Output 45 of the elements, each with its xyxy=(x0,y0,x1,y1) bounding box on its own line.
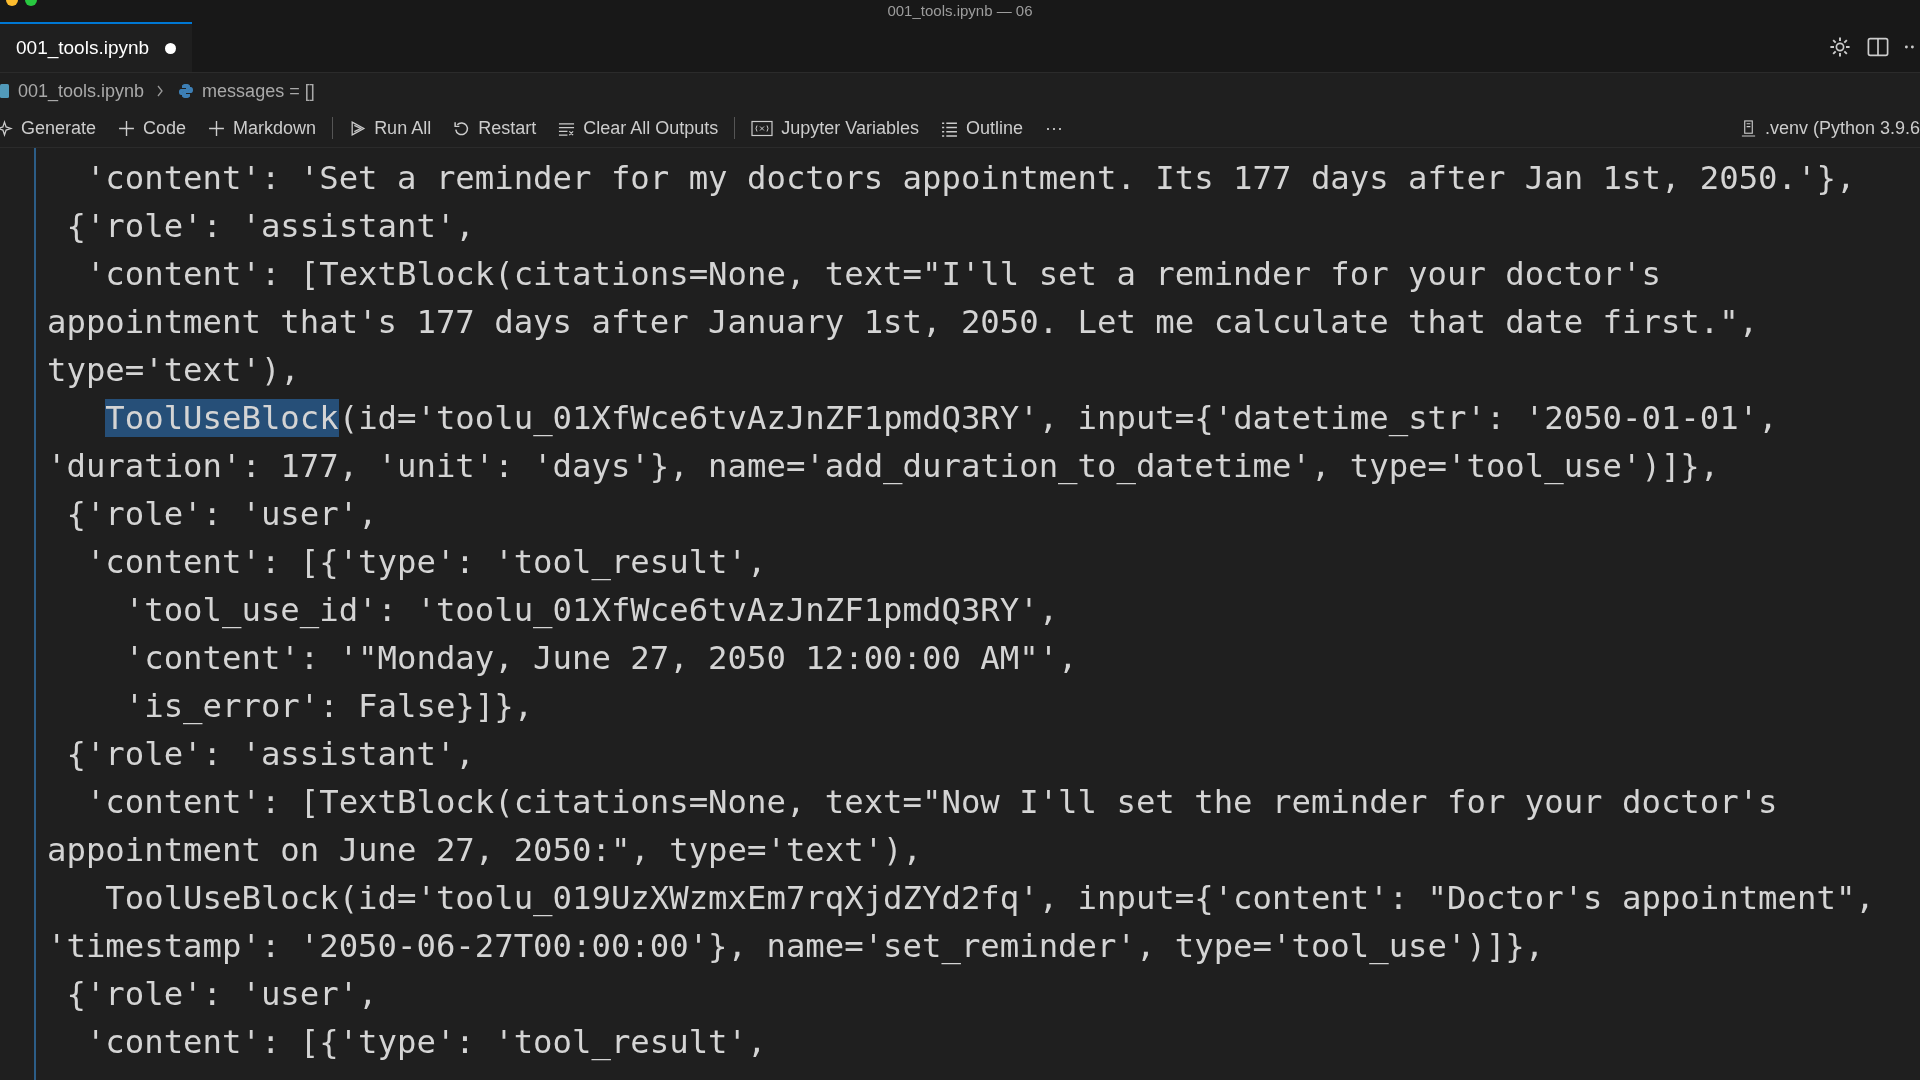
list-icon xyxy=(941,119,958,137)
code-line: 'duration': 177, 'unit': 'days'}, name='add_duration_to_datetime', type='tool_use')]}, xyxy=(47,446,1721,487)
breadcrumb-item[interactable]: messages = [] xyxy=(202,80,319,102)
python-icon xyxy=(178,83,195,99)
play-icon xyxy=(349,119,367,137)
split-editor-icon[interactable] xyxy=(1866,35,1890,59)
toolbar-button[interactable]: Restart xyxy=(447,115,543,141)
code-line: ToolUseBlock(id='toolu_019UzXWzmxEm7rqXjdZYd2fq', input={'content': "Doctor's appointment", xyxy=(104,878,1875,919)
code-line: {'role': 'assistant', xyxy=(65,734,476,775)
code-line: ToolUseBlock(id='toolu_01XfWce6tvAzJnZF1pmdQ3RY', input={'datetime_str': '2050-01-01', xyxy=(104,398,1779,439)
code-line: 'is_error': False}]}, xyxy=(123,686,535,727)
breadcrumb-item[interactable]: 001_tools.ipynb xyxy=(18,80,149,102)
toolbar-button[interactable]: Run All xyxy=(343,115,438,141)
sparkle-icon xyxy=(0,119,13,137)
toolbar-button[interactable]: Code xyxy=(112,115,193,141)
more-actions-button[interactable]: ··· xyxy=(1039,115,1070,141)
notebook-icon xyxy=(0,83,10,99)
server-icon xyxy=(1739,119,1757,137)
window-title: 001_tools.ipynb — 06 xyxy=(887,2,1033,19)
plus-icon xyxy=(118,119,136,137)
code-line: {'role': 'user', xyxy=(65,494,379,535)
plus-icon xyxy=(208,119,226,137)
code-line: 'tool_use_id': 'toolu_01XfWce6tvAzJnZF1pmdQ3RY', xyxy=(123,590,1060,631)
chevron-icon xyxy=(156,84,165,98)
code-line: 'content': 'Set a reminder for my doctors appointment. Its 177 days after Jan 1st, 2050.'}, xyxy=(84,158,1857,199)
toolbar-button[interactable]: Generate xyxy=(0,115,103,141)
toolbar-button[interactable]: Outline xyxy=(935,115,1030,141)
editor-tab[interactable]: 001_tools.ipynb xyxy=(0,22,193,72)
toolbar-button[interactable]: Clear All Outputs xyxy=(552,115,725,141)
code-line: type='text'), xyxy=(47,350,301,391)
variables-icon xyxy=(751,119,774,137)
code-line: 'content': [TextBlock(citations=None, text="I'll set a reminder for your doctor's xyxy=(84,254,1662,295)
code-line: appointment on June 27, 2050:", type='text'), xyxy=(47,830,923,871)
code-line: 'content': '"Monday, June 27, 2050 12:00:00 AM"', xyxy=(123,638,1079,679)
toolbar-button[interactable]: Jupyter Variables xyxy=(745,115,925,141)
toolbar-button[interactable]: Markdown xyxy=(202,115,323,141)
kernel-picker[interactable]: .venv (Python 3.9.6 xyxy=(1733,115,1920,141)
restart-icon xyxy=(453,119,471,137)
code-line: 'timestamp': '2050-06-27T00:00:00'}, name='set_reminder', type='tool_use')]}, xyxy=(47,926,1546,967)
code-line: 'content': [{'type': 'tool_result', xyxy=(84,1022,768,1063)
code-line: 'content': [TextBlock(citations=None, text="Now I'll set the reminder for your doctor's xyxy=(84,782,1779,823)
code-line: 'content': [{'type': 'tool_result', xyxy=(84,542,768,583)
code-line: {'role': 'user', xyxy=(65,974,379,1015)
code-line: {'role': 'assistant', xyxy=(65,206,476,247)
code-line: appointment that's 177 days after January 1st, 2050. Let me calculate that date first.", xyxy=(47,302,1760,343)
